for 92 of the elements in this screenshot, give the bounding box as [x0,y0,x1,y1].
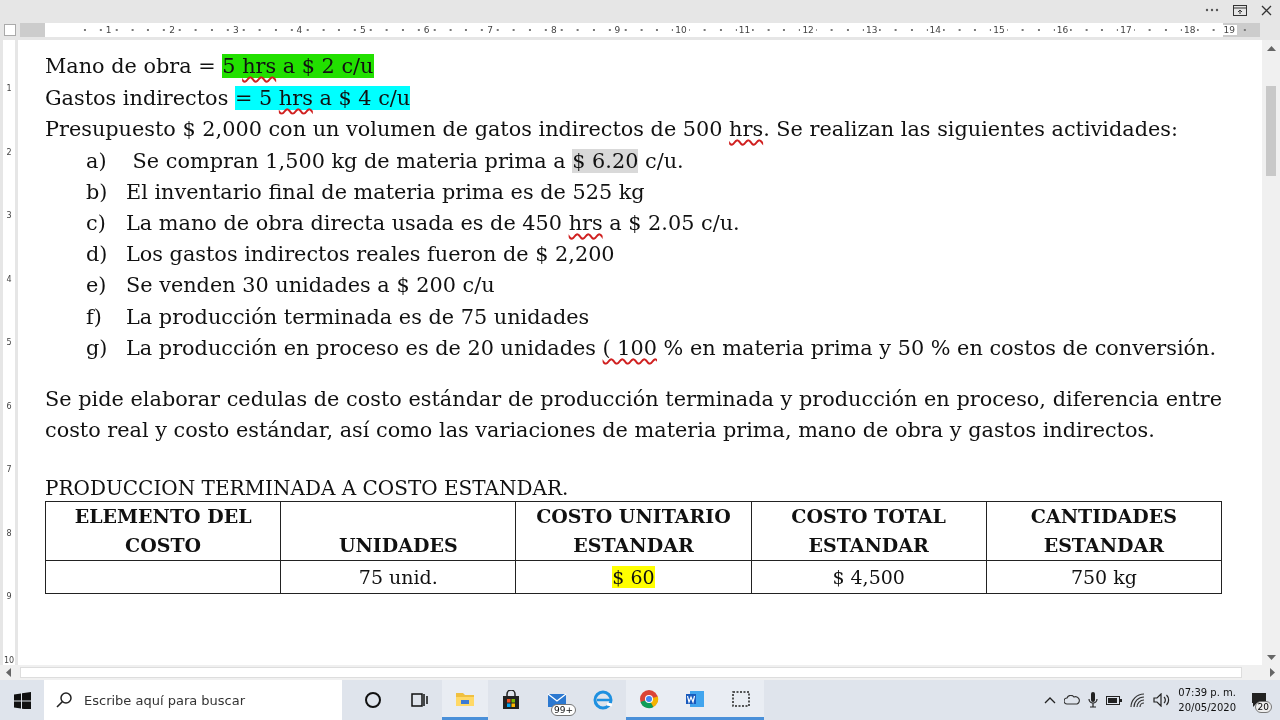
list-item-text: Se venden 30 unidades a $ 200 c/u [126,272,495,300]
ruler-number: 10 [673,25,689,35]
scrollbar-thumb[interactable] [1266,86,1276,176]
ruler-number: 6 [421,25,432,35]
section-heading: PRODUCCION TERMINADA A COSTO ESTANDAR. [45,474,570,501]
ruler-number: 4 [294,25,305,35]
table-cell: $ 4,500 [751,560,987,594]
list-item-text: La producción terminada es de 75 unidades [126,303,590,331]
ruler-number: 15 [991,25,1007,35]
wifi-icon[interactable] [1130,692,1146,708]
ruler-number: 16 [1054,25,1071,35]
clock[interactable]: 07:39 p. m. 20/05/2020 [1178,685,1236,715]
circle-icon [363,690,383,710]
ruler-number: 1 [103,25,114,35]
column-header: ELEMENTO DEL COSTO [45,501,281,561]
ruler-number: 3 [230,25,241,35]
list-marker: a) [85,147,108,175]
ribbon-display-icon[interactable] [1233,4,1247,16]
scroll-up-icon[interactable] [1266,45,1276,51]
ruler-number: 12 [800,25,816,35]
ruler-number: 13 [864,25,880,35]
ruler-number: 1 [6,84,12,94]
microphone-icon[interactable] [1088,692,1099,708]
document-text: Mano de obra = 5 hrs a $ 2 c/u [45,53,375,80]
taskbar-app[interactable] [718,680,764,720]
battery-icon[interactable] [1106,695,1123,705]
browser-e-icon [593,690,613,710]
notification-count: 20 [1254,701,1272,713]
ruler-number: 2 [167,25,178,35]
more-icon[interactable] [1205,8,1219,12]
document-text: Gastos indirectos = 5 hrs a $ 4 c/u [45,84,412,112]
ruler-number: 19 [1221,25,1237,35]
column-header: CANTIDADES ESTANDAR [986,501,1222,561]
ruler-number: 6 [6,401,12,411]
list-item-text: La producción en proceso es de 20 unidades ( 100 % en materia prima y 50 % en costos de conversión. [126,334,1217,362]
list-item-text: El inventario final de materia prima es de 525 kg [126,178,645,206]
cloud-icon[interactable] [1064,695,1081,705]
ruler-number: 8 [6,528,12,538]
chevron-up-icon[interactable] [1044,696,1057,704]
search-field[interactable]: Escribe aquí para buscar [44,680,342,720]
search-icon [56,692,72,708]
ruler-number: 9 [612,25,623,35]
notifications-button[interactable]: 20 [1244,685,1274,715]
ruler-number: 5 [358,25,368,35]
document-text: Presupuesto $ 2,000 con un volumen de gatos indirectos de 500 hrs. Se realizan las siguientes actividades: [45,116,1179,143]
ruler-number: 7 [6,465,12,475]
ruler-number: 2 [6,147,12,157]
horizontal-ruler[interactable]: 1 2 3 4 5 6 7 8 9 10 11 12 13 14 15 16 17 18 19 [20,23,1260,37]
table-cell: 75 unid. [280,560,516,594]
ruler-number: 17 [1118,25,1134,35]
list-marker: d) [85,241,109,269]
ruler-number: 4 [6,274,12,284]
ruler-number: 14 [927,25,944,35]
horizontal-scrollbar[interactable] [20,667,1242,678]
table-cell: 750 kg [986,560,1222,594]
column-header: COSTO TOTAL ESTANDAR [751,501,987,561]
column-header: COSTO UNITARIO ESTANDAR [515,501,752,561]
list-marker: e) [85,272,108,300]
close-icon[interactable] [1261,4,1272,16]
ruler-number: 11 [736,25,753,35]
list-marker: g) [85,334,109,362]
scroll-down-icon[interactable] [1266,654,1276,660]
list-marker: f) [85,303,103,331]
vertical-ruler[interactable]: 1 2 3 4 5 6 7 8 9 10 [3,40,15,665]
snipping-icon [731,688,751,709]
ruler-number: 3 [6,211,12,221]
list-item-text: La mano de obra directa usada es de 450 hrs a $ 2.05 c/u. [126,209,740,237]
windows-logo-icon[interactable] [13,691,31,709]
vertical-scrollbar[interactable] [1262,40,1280,665]
list-marker: b) [85,178,109,206]
task-view-icon [409,690,429,710]
ruler-number: 9 [6,592,12,602]
ruler-number: 8 [548,25,559,35]
badge: 99+ [551,704,576,716]
list-item-text: Los gastos indirectos reales fueron de $ 2,200 [126,241,615,269]
chrome-logo-icon [639,688,659,709]
ruler-number: 10 [3,655,15,665]
search-placeholder: Escribe aquí para buscar [84,692,246,708]
ruler-number: 7 [485,25,495,35]
table-cell: $ 60 [515,560,752,594]
scroll-right-icon[interactable] [1269,668,1275,677]
list-marker: c) [85,209,107,237]
word-logo-icon [685,688,705,709]
list-item-text: Se compran 1,500 kg de materia prima a $ 6.20 c/u. [131,147,684,175]
taskbar-app[interactable]: 99+ [534,680,580,720]
ruler-number: 5 [6,338,12,348]
volume-icon[interactable] [1153,693,1171,707]
column-header: UNIDADES [280,501,516,561]
document-paragraph: Se pide elaborar cedulas de costo estándar de producción terminada y producción en proceso, diferencia entre costo real y costo estándar, así como las variaciones de materia prima, mano de obra y gastos indirectos. [45,385,1222,445]
shopping-bag-icon [501,690,521,710]
scroll-left-icon[interactable] [5,668,11,677]
ruler-number: 18 [1181,25,1198,35]
